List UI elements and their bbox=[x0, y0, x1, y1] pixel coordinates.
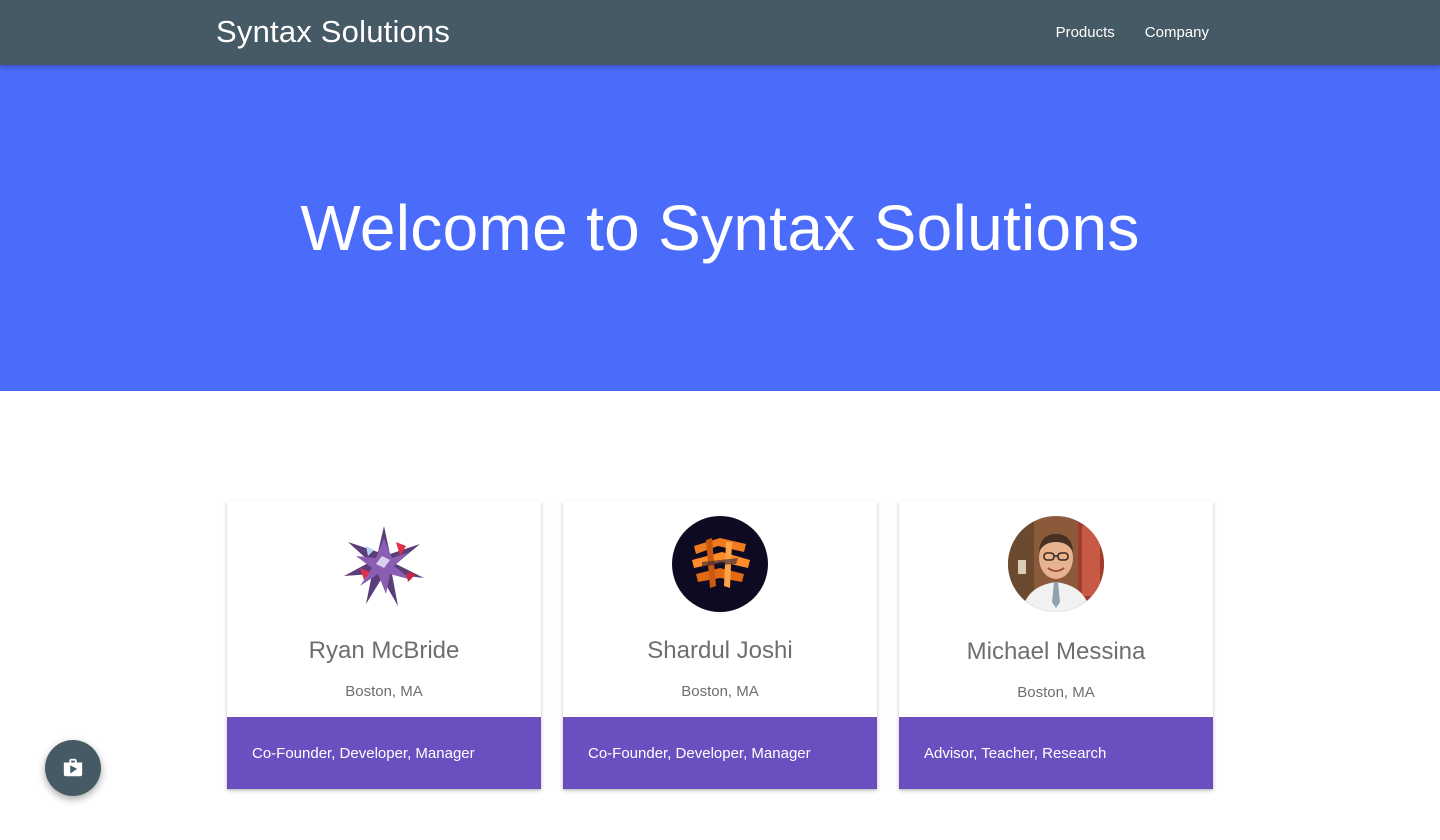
team-card: Ryan McBride Boston, MA Co-Founder, Deve… bbox=[227, 501, 541, 789]
orange-blocks-avatar bbox=[672, 516, 768, 612]
nav-link-products[interactable]: Products bbox=[1056, 24, 1115, 41]
card-roles: Co-Founder, Developer, Manager bbox=[563, 717, 877, 789]
team-card: Shardul Joshi Boston, MA Co-Founder, Dev… bbox=[563, 501, 877, 789]
shop-icon bbox=[63, 758, 83, 777]
hero-title: Welcome to Syntax Solutions bbox=[300, 191, 1140, 264]
card-location: Boston, MA bbox=[681, 683, 759, 700]
shop-fab-button[interactable] bbox=[45, 740, 101, 796]
hero-banner: Welcome to Syntax Solutions bbox=[0, 65, 1440, 391]
card-location: Boston, MA bbox=[345, 683, 423, 700]
card-location: Boston, MA bbox=[1017, 684, 1095, 701]
card-roles: Advisor, Teacher, Research bbox=[899, 717, 1213, 789]
team-card: Michael Messina Boston, MA Advisor, Teac… bbox=[899, 501, 1213, 789]
person-photo-avatar bbox=[1008, 516, 1104, 612]
card-name: Ryan McBride bbox=[308, 637, 460, 664]
nav-links: Products Company bbox=[1056, 24, 1209, 41]
card-name: Shardul Joshi bbox=[647, 637, 793, 664]
brand-logo-link[interactable]: Syntax Solutions bbox=[216, 14, 450, 50]
card-name: Michael Messina bbox=[966, 638, 1146, 665]
nav-link-company[interactable]: Company bbox=[1145, 24, 1209, 41]
navbar: Syntax Solutions Products Company bbox=[0, 0, 1440, 65]
abstract-star-avatar bbox=[336, 516, 432, 612]
card-roles: Co-Founder, Developer, Manager bbox=[227, 717, 541, 789]
team-cards: Ryan McBride Boston, MA Co-Founder, Deve… bbox=[227, 501, 1217, 791]
